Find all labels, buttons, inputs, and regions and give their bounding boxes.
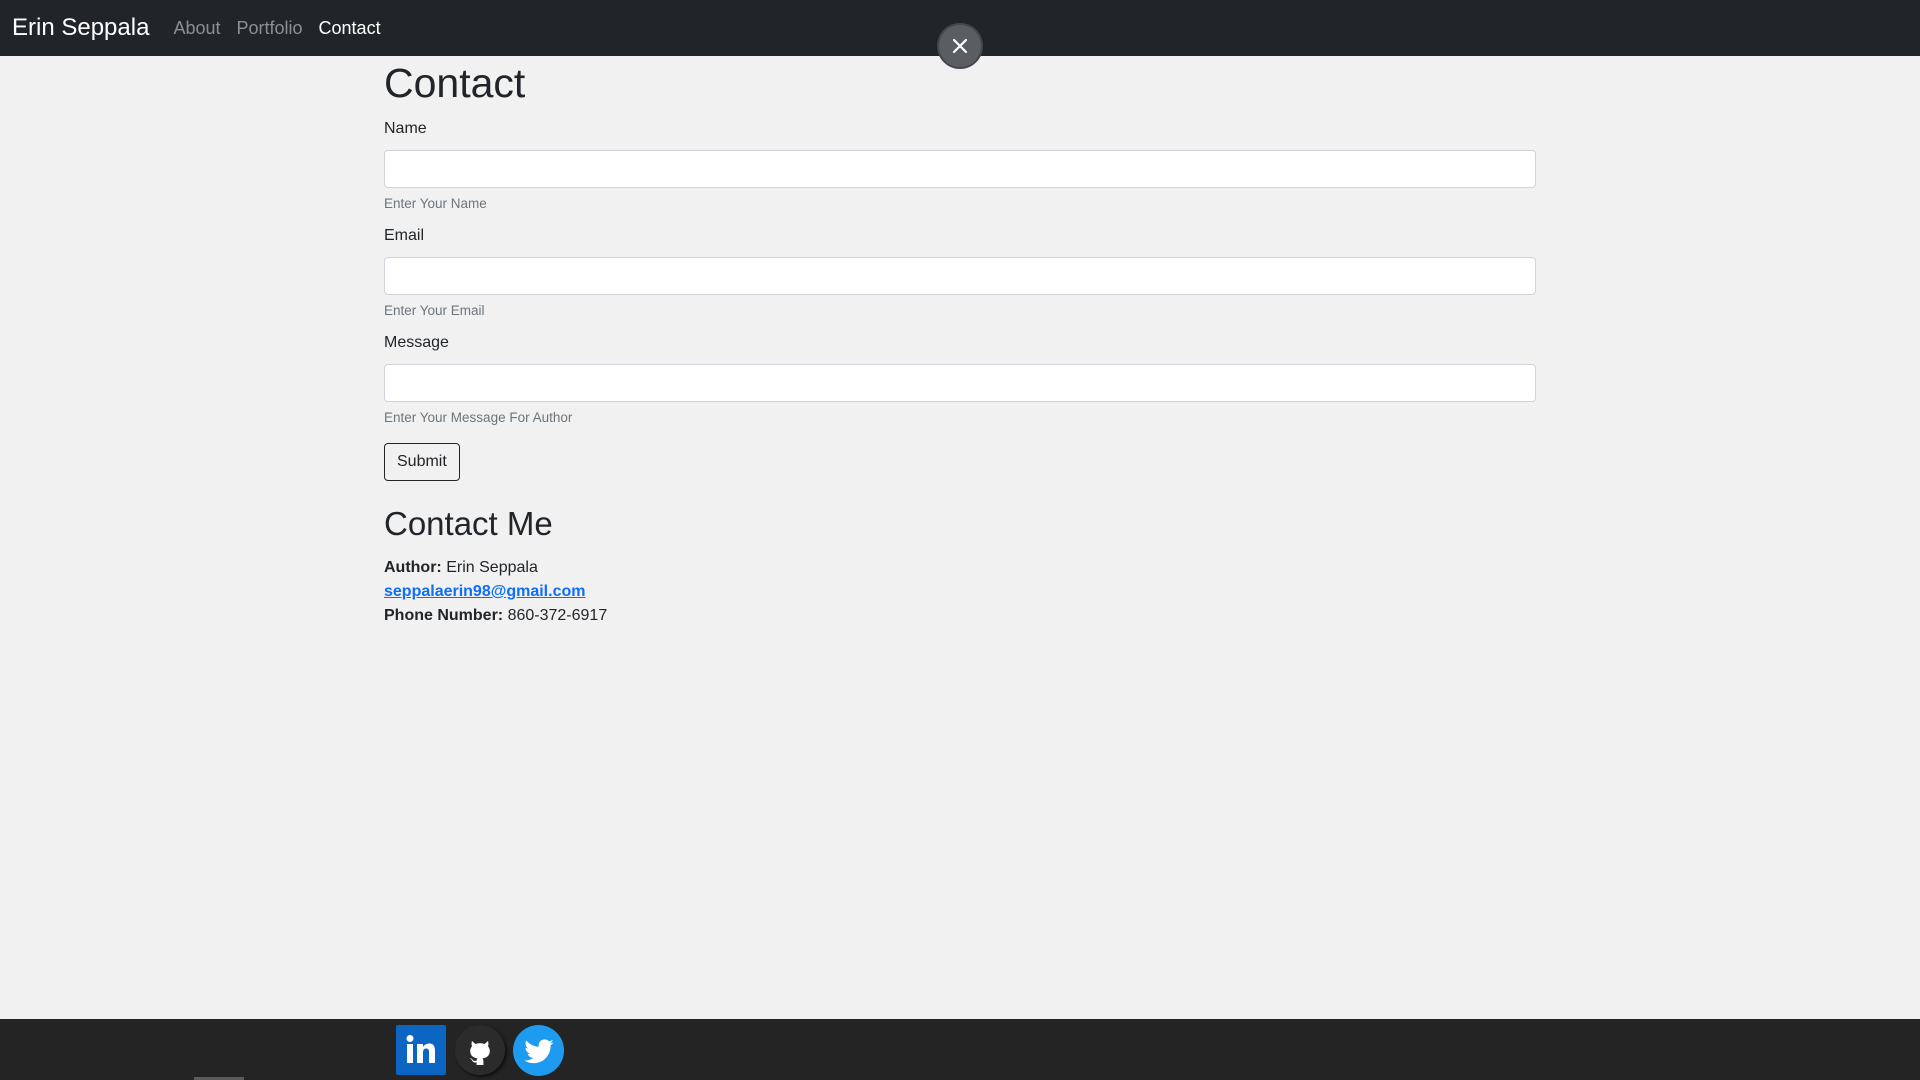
contact-me-title: Contact Me bbox=[384, 505, 553, 542]
nav-link-portfolio[interactable]: Portfolio bbox=[236, 18, 302, 39]
name-hint: Enter Your Name bbox=[384, 196, 487, 211]
page-title: Contact bbox=[384, 60, 526, 106]
message-field-group: Message Enter Your Message For Author bbox=[384, 332, 1536, 427]
linkedin-icon bbox=[406, 1035, 435, 1063]
email-line: seppalaerin98@gmail.com bbox=[384, 580, 1536, 604]
message-label: Message bbox=[384, 334, 449, 351]
name-field-group: Name Enter Your Name bbox=[384, 118, 1536, 213]
github-icon bbox=[469, 1041, 490, 1065]
email-label: Email bbox=[384, 227, 425, 244]
contact-form: Name Enter Your Name Email Enter Your Em… bbox=[384, 118, 1536, 481]
message-input[interactable] bbox=[384, 364, 1536, 402]
name-label: Name bbox=[384, 120, 427, 137]
email-field-group: Email Enter Your Email bbox=[384, 225, 1536, 320]
phone-label: Phone Number: bbox=[384, 607, 504, 624]
nav-link-contact[interactable]: Contact bbox=[319, 18, 381, 39]
contact-info: Author: Erin Seppala seppalaerin98@gmail… bbox=[384, 556, 1536, 628]
email-input[interactable] bbox=[384, 257, 1536, 295]
name-input[interactable] bbox=[384, 150, 1536, 188]
email-hint: Enter Your Email bbox=[384, 303, 485, 318]
submit-button[interactable]: Submit bbox=[384, 443, 460, 481]
author-label: Author: bbox=[384, 559, 442, 576]
phone-number: 860-372-6917 bbox=[507, 607, 608, 624]
phone-line: Phone Number: 860-372-6917 bbox=[384, 604, 1536, 628]
author-line: Author: Erin Seppala bbox=[384, 556, 1536, 580]
github-link[interactable] bbox=[455, 1025, 505, 1075]
main-content: Contact Name Enter Your Name Email Enter… bbox=[384, 56, 1536, 628]
message-hint: Enter Your Message For Author bbox=[384, 410, 573, 425]
footer bbox=[0, 1019, 1920, 1080]
author-name: Erin Seppala bbox=[446, 559, 538, 576]
brand-link[interactable]: Erin Seppala bbox=[12, 14, 149, 42]
twitter-icon bbox=[523, 1038, 554, 1063]
twitter-link[interactable] bbox=[513, 1025, 564, 1076]
nav-link-about[interactable]: About bbox=[173, 18, 220, 39]
linkedin-link[interactable] bbox=[396, 1025, 446, 1075]
email-link[interactable]: seppalaerin98@gmail.com bbox=[384, 583, 585, 600]
close-icon bbox=[952, 38, 968, 54]
